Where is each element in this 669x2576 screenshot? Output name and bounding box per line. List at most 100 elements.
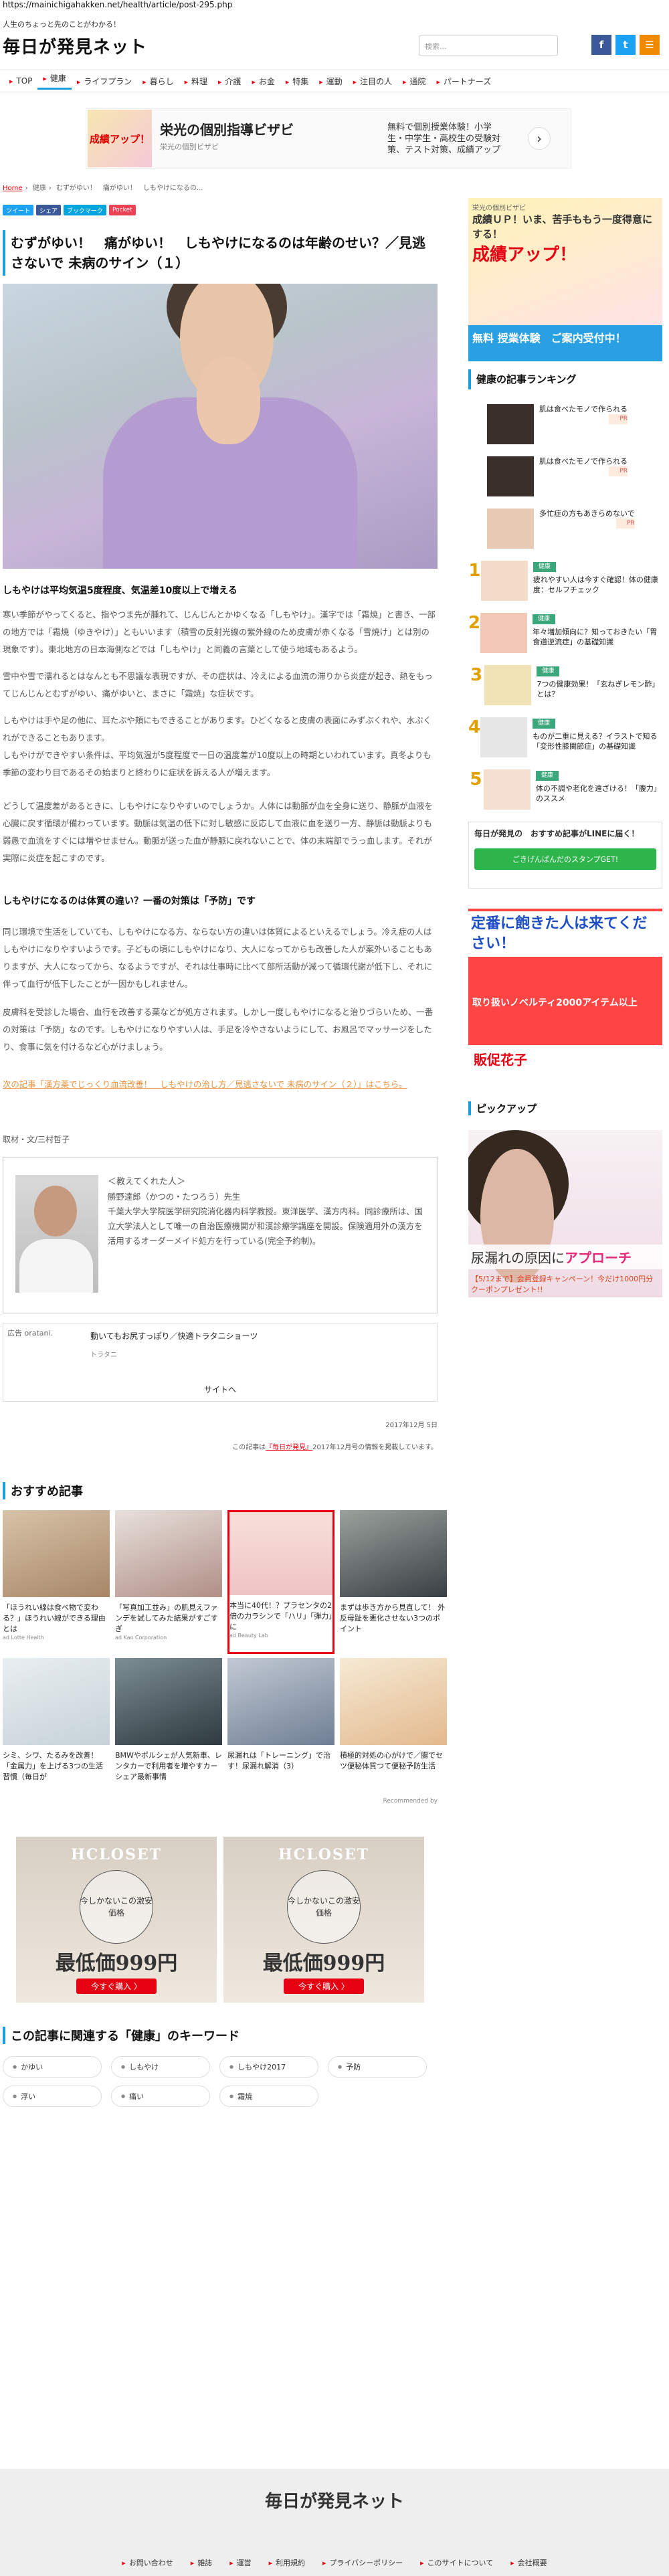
footer-link[interactable]: 雑誌 bbox=[191, 2557, 212, 2568]
bookmark-button[interactable]: ブックマーク bbox=[64, 205, 107, 215]
rss-icon[interactable]: ☰ bbox=[640, 35, 660, 55]
article-title: むずがゆい！ 痛がゆい！ しもやけになるのは年齢のせい？／見逃さないで 未病のサ… bbox=[3, 230, 438, 276]
site-logo[interactable]: 毎日が発見ネット bbox=[3, 33, 669, 58]
keyword-list: かゆい しもやけ しもやけ2017 予防 浮い 痛い 霜焼 bbox=[3, 2056, 438, 2107]
breadcrumb-health[interactable]: 健康 bbox=[33, 185, 46, 192]
ranking-item[interactable]: 2 健康 年々増加傾向に？知っておきたい「胃食道逆流症」の基礎知識 bbox=[468, 613, 662, 653]
nav-people[interactable]: 注目の人 bbox=[348, 76, 397, 87]
hcl-ad[interactable]: HCLOSET 今しかないこの激安価格 最低価999円 今すぐ購入 〉 bbox=[223, 1837, 424, 2003]
paragraph: 雪中や雪で濡れるとはなんとも不思議な表現ですが、その症状は、冷えによる血流の滞り… bbox=[3, 671, 433, 699]
facebook-icon[interactable]: f bbox=[591, 35, 611, 55]
recommend-title: おすすめ記事 bbox=[3, 1482, 438, 1499]
subheading-1: しもやけは平均気温5度程度、気温差10度以上で増える bbox=[3, 585, 237, 596]
footer-link[interactable]: このサイトについて bbox=[420, 2557, 494, 2568]
twitter-icon[interactable]: t bbox=[615, 35, 636, 55]
paragraph: 皮膚科を受診した場合、血行を改善する薬などが処方されます。しかし一度しもやけにな… bbox=[3, 1007, 434, 1052]
nav-exercise[interactable]: 運動 bbox=[314, 76, 347, 87]
recommend-card[interactable]: 「ほうれい線は食べ物で変わる？」ほうれい線ができる理由とは ad Lotte He… bbox=[3, 1510, 110, 1654]
sidebar: 栄光の個別ビザビ 成績ＵＰ！いま、苦手ももう一度得意にする！ 成績アップ！ 無料… bbox=[468, 198, 662, 1297]
keyword-chip[interactable]: しもやけ bbox=[111, 2056, 210, 2078]
keyword-chip[interactable]: 霜焼 bbox=[219, 2086, 318, 2107]
search-input[interactable]: 検索... bbox=[419, 35, 558, 56]
ranking-item[interactable]: 5 健康 体の不調や老化を遠ざける！「腹力」のススメ bbox=[468, 769, 662, 810]
source-link[interactable]: 『毎日が発見』 bbox=[266, 1444, 312, 1451]
breadcrumb-home[interactable]: Home bbox=[3, 185, 23, 192]
recommend-card[interactable]: BMWやポルシェが人気新車、レンタカーで利用者を増やすカーシェア最新事情 bbox=[115, 1658, 222, 1802]
nav-top[interactable]: TOP bbox=[4, 76, 37, 86]
top-banner-ad[interactable]: 成績アップ！ 栄光の個別指導ビザビ 栄光の個別ビザビ 無料で個別授業体験！小学生・… bbox=[86, 108, 571, 169]
publish-date: 2017年12月 5日 bbox=[385, 1422, 438, 1429]
keyword-chip[interactable]: 浮い bbox=[3, 2086, 102, 2107]
nav-money[interactable]: お金 bbox=[246, 76, 280, 87]
nav-feature[interactable]: 特集 bbox=[280, 76, 314, 87]
url-bar: https://mainichigahakken.net/health/arti… bbox=[3, 0, 233, 9]
hcl-ads: HCLOSET 今しかないこの激安価格 最低価999円 今すぐ購入 〉 HCLOSET… bbox=[3, 1837, 438, 2003]
footer-link[interactable]: 利用規約 bbox=[269, 2557, 305, 2568]
nav-partners[interactable]: パートナーズ bbox=[431, 76, 496, 87]
source-note: この記事は『毎日が発見』2017年12月号の情報を掲載しています。 bbox=[232, 1444, 438, 1451]
next-article-link[interactable]: 次の記事「漢方薬でじっくり血流改善！ しもやけの治し方／見逃さないで 未病のサイ… bbox=[3, 1076, 438, 1093]
ad-site-link[interactable]: サイトへ bbox=[3, 1384, 437, 1395]
pocket-button[interactable]: Pocket bbox=[109, 205, 136, 215]
ranking-item[interactable]: 肌は食べたモノで作られる PR bbox=[468, 404, 662, 444]
line-box: 毎日が発見の おすすめ記事がLINEに届く！ ごきげんぱんだのスタンプGET! bbox=[468, 822, 662, 889]
social-links: f t ☰ bbox=[591, 35, 660, 55]
sidebar-ad-2[interactable]: 定番に飽きた人は来てください！ 取り扱いノベルティ2000アイテム以上 販促花子 bbox=[468, 909, 662, 1075]
ad-image: 成績アップ！ bbox=[88, 110, 152, 167]
nav-health[interactable]: 健康 bbox=[37, 72, 72, 90]
recommend-card[interactable]: 本当に40代！？プラセンタの2倍の力ラシンで「ハリ」「弾力」に ad Beauty… bbox=[227, 1510, 334, 1654]
paragraph: 寒い季節がやってくると、指やつま先が腫れて、じんじんとかゆくなる「しもやけ」。漢… bbox=[3, 610, 436, 654]
subheading-2: しもやけになるのは体質の違い？一番の対策は「予防」です bbox=[3, 896, 256, 907]
ad-name: 動いてもお尻すっぽり／快適トラタニショーツ bbox=[90, 1331, 258, 1341]
nav-living[interactable]: 暮らし bbox=[137, 76, 179, 87]
share-buttons: ツイート シェア ブックマーク Pocket bbox=[3, 205, 136, 215]
tweet-button[interactable]: ツイート bbox=[3, 205, 34, 215]
recommend-grid: 「ほうれい線は食べ物で変わる？」ほうれい線ができる理由とは ad Lotte He… bbox=[3, 1510, 447, 1802]
ranking-item[interactable]: 1 健康 疲れやすい人は今すぐ確認！体の健康度：セルフチェック bbox=[468, 561, 662, 601]
keyword-chip[interactable]: 予防 bbox=[328, 2056, 427, 2078]
inline-ad[interactable]: 広告 oratani. 動いてもお尻すっぽり／快適トラタニショーツ トラタニ サ… bbox=[3, 1323, 438, 1402]
nav-lifeplan[interactable]: ライフプラン bbox=[72, 76, 137, 87]
footer-logo[interactable]: 毎日が発見ネット bbox=[0, 2488, 669, 2512]
author-credit: 取材・文/三村哲子 bbox=[3, 1135, 70, 1144]
paragraph: しもやけは手や足の他に、耳たぶや頬にもできることがあります。ひどくなると皮膚の表… bbox=[3, 715, 432, 743]
ad-sub: トラタニ bbox=[90, 1352, 117, 1359]
hero-image bbox=[3, 284, 438, 569]
teacher-photo bbox=[15, 1175, 98, 1293]
recommend-card[interactable]: まずは歩き方から見直して！ 外反母趾を悪化させない3つのポイント bbox=[340, 1510, 447, 1654]
footer-link[interactable]: 運営 bbox=[229, 2557, 252, 2568]
main-nav: TOP 健康 ライフプラン 暮らし 料理 介護 お金 特集 運動 注目の人 通院… bbox=[0, 70, 669, 92]
nav-care[interactable]: 介護 bbox=[213, 76, 246, 87]
keyword-chip[interactable]: かゆい bbox=[3, 2056, 102, 2078]
site-footer: 毎日が発見ネット お問い合わせ 雑誌 運営 利用規約 プライバシーポリシー この… bbox=[0, 2469, 669, 2576]
ranking-item[interactable]: 3 健康 7つの健康効果！「玄ねぎレモン酢」とは？ bbox=[468, 665, 662, 705]
footer-links: お問い合わせ 雑誌 運営 利用規約 プライバシーポリシー このサイトについて 会… bbox=[0, 2557, 669, 2568]
ad-next-button[interactable]: › bbox=[528, 127, 551, 150]
facebook-share-button[interactable]: シェア bbox=[36, 205, 62, 215]
sidebar-ad[interactable]: 栄光の個別ビザビ 成績ＵＰ！いま、苦手ももう一度得意にする！ 成績アップ！ 無料… bbox=[468, 198, 662, 361]
pickup-ad[interactable]: 尿漏れの原因にアプローチ 【5/12まで】会員登録キャンペーン！今だけ1000円… bbox=[468, 1130, 662, 1297]
keyword-chip[interactable]: 痛い bbox=[111, 2086, 210, 2107]
recommend-card[interactable]: 「写真加工並み」の肌見えファンデを試してみた結果がすごすぎ ad Kao Corp… bbox=[115, 1510, 222, 1654]
footer-link[interactable]: 会社概要 bbox=[510, 2557, 547, 2568]
paragraph: 同じ環境で生活をしていても、しもやけになる方、ならない方の違いは体質によるといえ… bbox=[3, 927, 433, 989]
paragraph: どうして温度差があるときに、しもやけになりやすいのでしょうか。人体には動脈が血を… bbox=[3, 801, 433, 863]
paragraph: しもやけができやすい条件は、平均気温が5度程度で一日の温度差が10度以上の時期と… bbox=[3, 750, 432, 777]
line-sticker-button[interactable]: ごきげんぱんだのスタンプGET! bbox=[474, 848, 656, 870]
ad-description: 無料で個別授業体験！小学生・中学生・高校生の受験対策、テスト対策、成績アップ bbox=[387, 122, 501, 155]
footer-link[interactable]: お問い合わせ bbox=[122, 2557, 173, 2568]
recommend-card[interactable]: 積極的対処の心がけで／腸でセツ便秘体質つて便秘予防生活 bbox=[340, 1658, 447, 1802]
nav-cooking[interactable]: 料理 bbox=[179, 76, 213, 87]
site-header: 人生のちょっと先のことがわかる！ 毎日が発見ネット 検索... f t ☰ bbox=[0, 9, 669, 58]
footer-link[interactable]: プライバシーポリシー bbox=[322, 2557, 403, 2568]
ranking-item[interactable]: 多忙症の方もあきらめないで PR bbox=[468, 509, 662, 549]
ranking-list: 肌は食べたモノで作られる PR 肌は食べたモノで作られる PR 多忙症の方もあきらめ… bbox=[468, 404, 662, 810]
teacher-label: ＜教えてくれた人＞ bbox=[108, 1177, 185, 1187]
nav-hospital[interactable]: 通院 bbox=[397, 76, 431, 87]
keyword-chip[interactable]: しもやけ2017 bbox=[219, 2056, 318, 2078]
hcl-ad[interactable]: HCLOSET 今しかないこの激安価格 最低価999円 今すぐ購入 〉 bbox=[16, 1837, 217, 2003]
ranking-item[interactable]: 4 健康 ものが二重に見える？イラストで知る「変形性膝関節症」の基礎知識 bbox=[468, 717, 662, 757]
recommend-card[interactable]: シミ、シワ、たるみを改善！「金属力」を上げる3つの生活習慣（毎日が bbox=[3, 1658, 110, 1802]
recommend-card[interactable]: 尿漏れは「トレーニング」で治す！尿漏れ解消（3） bbox=[227, 1658, 334, 1802]
ranking-item[interactable]: 肌は食べたモノで作られる PR bbox=[468, 456, 662, 496]
